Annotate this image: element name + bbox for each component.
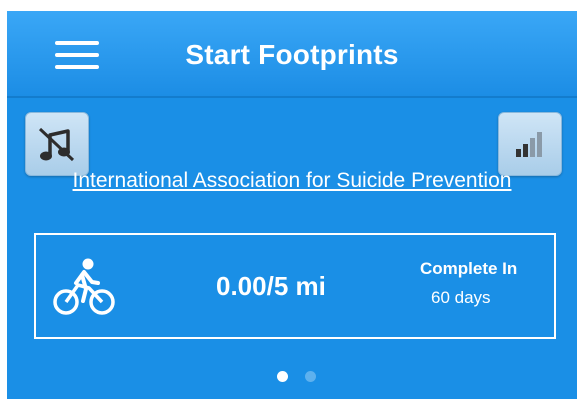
activity-card[interactable]: 0.00/5 mi Complete In 60 days <box>34 233 556 339</box>
page-dot-2[interactable] <box>305 371 316 382</box>
organization-link[interactable]: International Association for Suicide Pr… <box>7 169 577 193</box>
music-toggle-button[interactable] <box>25 112 89 176</box>
distance-progress: 0.00/5 mi <box>216 271 326 301</box>
complete-in-label: Complete In <box>420 259 518 278</box>
signal-button[interactable] <box>498 112 562 176</box>
page-dot-1[interactable] <box>277 371 288 382</box>
music-muted-icon <box>38 127 75 162</box>
page-title: Start Footprints <box>185 39 399 70</box>
app-screen: Start Footprints International Associati… <box>7 11 577 399</box>
navigation-bar: Start Footprints <box>7 11 577 98</box>
signal-strength-icon <box>516 132 542 157</box>
bicycle-icon <box>53 258 115 315</box>
complete-in-value: 60 days <box>431 288 491 307</box>
